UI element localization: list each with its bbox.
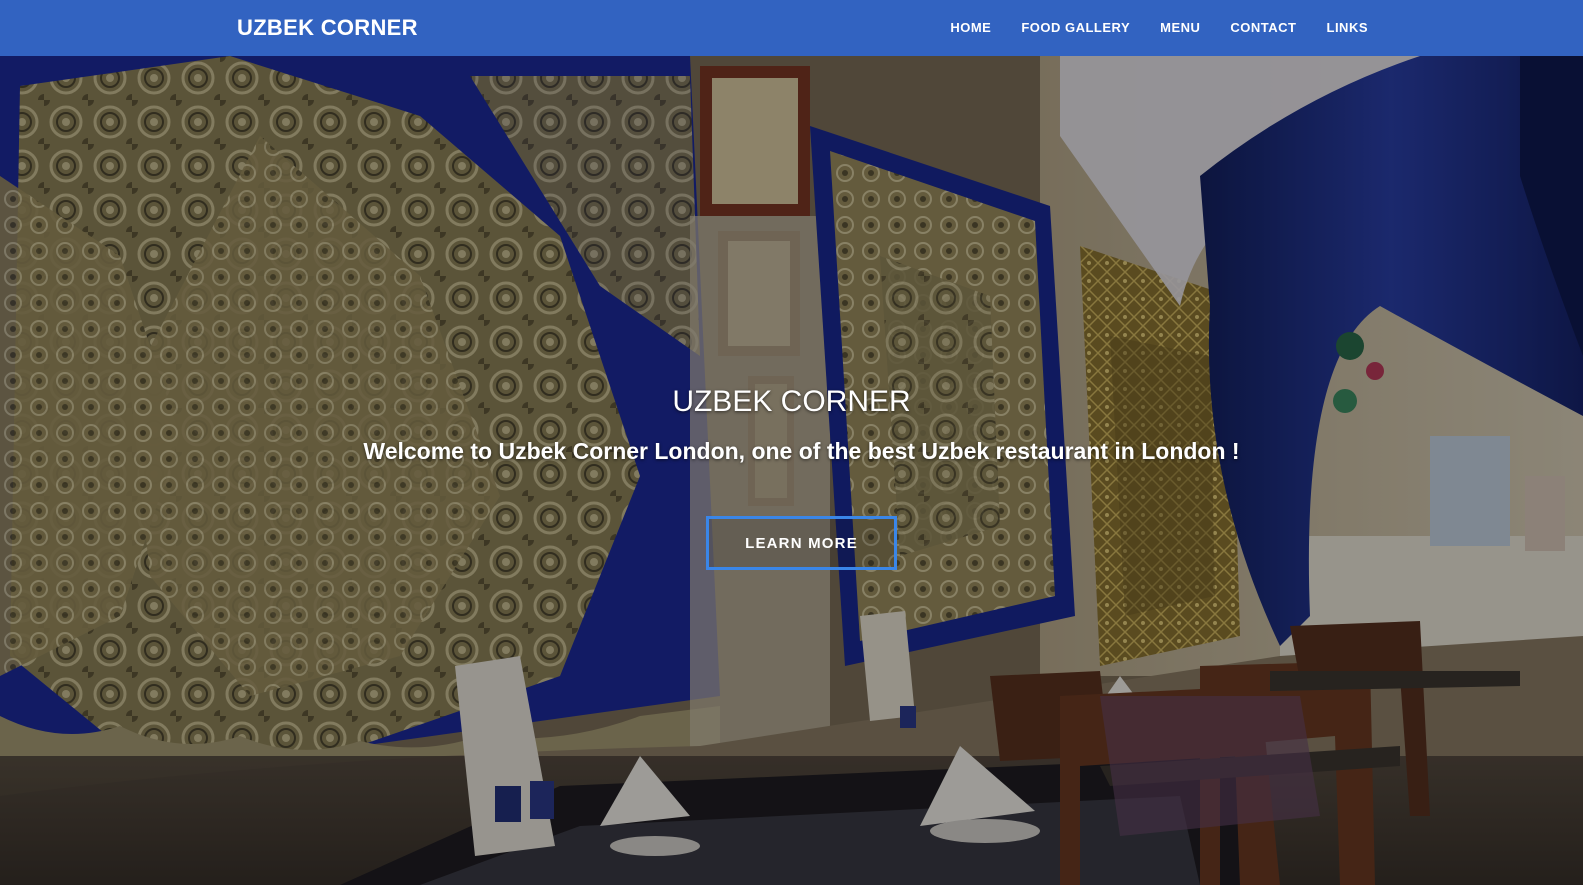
hero-subtitle: Welcome to Uzbek Corner London, one of t… — [363, 438, 1240, 464]
navbar: UZBEK CORNER HOME FOOD GALLERY MENU CONT… — [0, 0, 1583, 56]
hero-title: UZBEK CORNER — [672, 385, 911, 418]
learn-more-button[interactable]: LEARN MORE — [706, 516, 897, 570]
page: UZBEK CORNER HOME FOOD GALLERY MENU CONT… — [0, 0, 1583, 885]
nav-link-links[interactable]: LINKS — [1312, 0, 1384, 56]
hero-content: UZBEK CORNER Welcome to Uzbek Corner Lon… — [0, 56, 1583, 885]
nav-link-food-gallery[interactable]: FOOD GALLERY — [1006, 0, 1145, 56]
nav-link-menu[interactable]: MENU — [1145, 0, 1215, 56]
nav-link-home[interactable]: HOME — [935, 0, 1006, 56]
brand-logo-link[interactable]: UZBEK CORNER — [237, 14, 418, 42]
hero-section: UZBEK CORNER Welcome to Uzbek Corner Lon… — [0, 56, 1583, 885]
nav-link-contact[interactable]: CONTACT — [1215, 0, 1311, 56]
nav-links: HOME FOOD GALLERY MENU CONTACT LINKS — [935, 0, 1383, 56]
